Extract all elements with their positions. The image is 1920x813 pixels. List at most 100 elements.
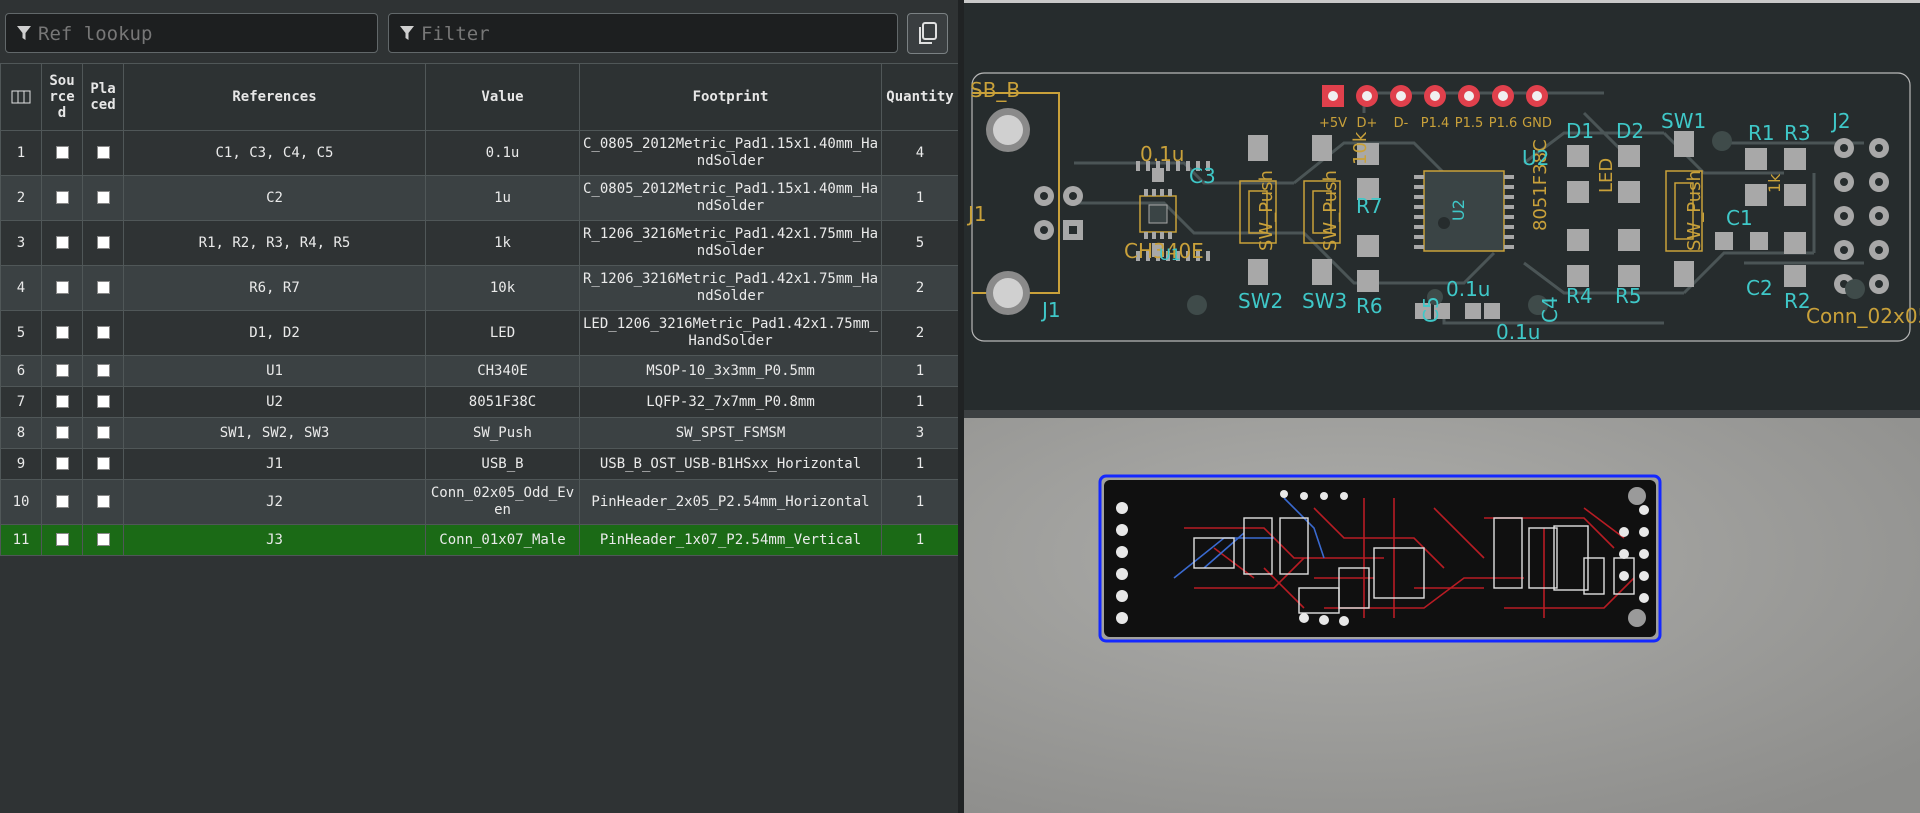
header-placed[interactable]: Pla ced bbox=[82, 63, 124, 131]
ref-lookup-input[interactable]: Ref lookup bbox=[5, 13, 378, 53]
row-index: 9 bbox=[0, 448, 42, 480]
ic-pin bbox=[1504, 205, 1514, 209]
silk-label: C5 bbox=[1419, 296, 1443, 323]
sourced-checkbox[interactable] bbox=[55, 364, 69, 377]
placed-checkbox[interactable] bbox=[96, 191, 110, 204]
placed-checkbox-cell bbox=[82, 175, 124, 221]
board-photo bbox=[964, 418, 1920, 813]
table-row[interactable]: 2 C2 1u C_0805_2012Metric_Pad1.15x1.40mm_Ha… bbox=[0, 175, 959, 221]
header-quantity[interactable]: Quantity bbox=[881, 63, 959, 131]
board-photo-view[interactable] bbox=[964, 418, 1920, 813]
header-references[interactable]: References bbox=[123, 63, 426, 131]
pcb-front-view[interactable]: +5V D+ D- P1.4 P1.5 P1.6 GND SB_B J1 0.1… bbox=[964, 0, 1920, 410]
footprint-cell: MSOP-10_3x3mm_P0.5mm bbox=[579, 355, 882, 387]
ic-pin bbox=[1504, 175, 1514, 179]
placed-checkbox[interactable] bbox=[96, 236, 110, 249]
sourced-checkbox[interactable] bbox=[55, 495, 69, 508]
sourced-checkbox-cell bbox=[41, 355, 83, 387]
placed-checkbox[interactable] bbox=[96, 364, 110, 377]
header-footprint[interactable]: Footprint bbox=[579, 63, 882, 131]
sourced-checkbox[interactable] bbox=[55, 326, 69, 339]
ic-pin bbox=[1504, 185, 1514, 189]
sourced-checkbox[interactable] bbox=[55, 533, 69, 546]
table-row[interactable]: 8 SW1, SW2, SW3 SW_Push SW_SPST_FSMSM 3 bbox=[0, 417, 959, 449]
quantity-cell: 1 bbox=[881, 524, 959, 556]
value-cell: 8051F38C bbox=[425, 386, 580, 418]
ic-pin bbox=[1414, 215, 1424, 219]
silk-label: LED bbox=[1596, 158, 1617, 193]
references-cell: U1 bbox=[123, 355, 426, 387]
ic-pin bbox=[1414, 195, 1424, 199]
footprint-cell: LED_1206_3216Metric_Pad1.42x1.75mm_HandS… bbox=[579, 310, 882, 356]
table-row[interactable]: 1 C1, C3, C4, C5 0.1u C_0805_2012Metric_Pad… bbox=[0, 130, 959, 176]
header-pin-hole bbox=[1875, 212, 1883, 220]
filter-icon bbox=[17, 26, 31, 40]
sourced-checkbox[interactable] bbox=[55, 236, 69, 249]
footprint-cell: C_0805_2012Metric_Pad1.15x1.40mm_HandSol… bbox=[579, 130, 882, 176]
silk-label: SW_Push bbox=[1320, 170, 1341, 251]
placed-checkbox[interactable] bbox=[96, 326, 110, 339]
copy-button[interactable] bbox=[907, 13, 948, 54]
header-pin-hole bbox=[1840, 212, 1848, 220]
silk-label: 0.1u bbox=[1496, 320, 1540, 344]
sourced-checkbox[interactable] bbox=[55, 281, 69, 294]
table-row[interactable]: 5 D1, D2 LED LED_1206_3216Metric_Pad1.42x1.… bbox=[0, 310, 959, 356]
silk-label: U2 bbox=[1449, 199, 1468, 221]
sourced-checkbox[interactable] bbox=[55, 457, 69, 470]
header-value[interactable]: Value bbox=[425, 63, 580, 131]
ic-pin bbox=[1504, 245, 1514, 249]
header-sourced[interactable]: Sou rce d bbox=[41, 63, 83, 131]
sourced-checkbox[interactable] bbox=[55, 395, 69, 408]
sourced-checkbox[interactable] bbox=[55, 191, 69, 204]
pcb-drawing: +5V D+ D- P1.4 P1.5 P1.6 GND SB_B J1 0.1… bbox=[966, 72, 1920, 344]
sourced-checkbox[interactable] bbox=[55, 146, 69, 159]
placed-checkbox[interactable] bbox=[96, 395, 110, 408]
pin-label: D+ bbox=[1357, 116, 1378, 131]
sourced-checkbox[interactable] bbox=[55, 426, 69, 439]
table-row[interactable]: 7 U2 8051F38C LQFP-32_7x7mm_P0.8mm 1 bbox=[0, 386, 959, 418]
placed-checkbox[interactable] bbox=[96, 281, 110, 294]
ref-lookup-placeholder: Ref lookup bbox=[38, 23, 153, 45]
footprint-cell: C_0805_2012Metric_Pad1.15x1.40mm_HandSol… bbox=[579, 175, 882, 221]
footprint-cell: LQFP-32_7x7mm_P0.8mm bbox=[579, 386, 882, 418]
silk-label: R7 bbox=[1356, 194, 1383, 218]
table-row[interactable]: 3 R1, R2, R3, R4, R5 1k R_1206_3216Metric_P… bbox=[0, 220, 959, 266]
placed-checkbox[interactable] bbox=[96, 146, 110, 159]
value-cell: Conn_02x05_Odd_Even bbox=[425, 479, 580, 525]
ic-pin bbox=[1414, 225, 1424, 229]
value-cell: 0.1u bbox=[425, 130, 580, 176]
bom-table: Sou rce d Pla ced References Value Footp… bbox=[0, 63, 959, 556]
table-row[interactable]: 11 J3 Conn_01x07_Male PinHeader_1x07_P2.54m… bbox=[0, 524, 959, 556]
row-index: 11 bbox=[0, 524, 42, 556]
references-cell: J1 bbox=[123, 448, 426, 480]
references-cell: R6, R7 bbox=[123, 265, 426, 311]
pin-label: P1.6 bbox=[1489, 116, 1518, 131]
placed-checkbox-cell bbox=[82, 524, 124, 556]
row-index: 4 bbox=[0, 265, 42, 311]
value-cell: CH340E bbox=[425, 355, 580, 387]
horizontal-splitter[interactable] bbox=[964, 410, 1920, 418]
placed-checkbox[interactable] bbox=[96, 533, 110, 546]
pin-label: +5V bbox=[1319, 116, 1347, 131]
bom-toolbar: Ref lookup Filter bbox=[0, 0, 958, 62]
header-pin-hole bbox=[1875, 280, 1883, 288]
placed-checkbox[interactable] bbox=[96, 495, 110, 508]
table-row[interactable]: 6 U1 CH340E MSOP-10_3x3mm_P0.5mm 1 bbox=[0, 355, 959, 387]
placed-checkbox[interactable] bbox=[96, 457, 110, 470]
ic-pin bbox=[1206, 251, 1210, 261]
footprint-cell: R_1206_3216Metric_Pad1.42x1.75mm_HandSol… bbox=[579, 220, 882, 266]
table-row[interactable]: 9 J1 USB_B USB_B_OST_USB-B1HSxx_Horizontal 1 bbox=[0, 448, 959, 480]
table-row[interactable]: 10 J2 Conn_02x05_Odd_Even PinHeader_2x05_P2… bbox=[0, 479, 959, 525]
value-cell: SW_Push bbox=[425, 417, 580, 449]
table-row[interactable]: 4 R6, R7 10k R_1206_3216Metric_Pad1.42x1.75… bbox=[0, 265, 959, 311]
placed-checkbox[interactable] bbox=[96, 426, 110, 439]
sourced-checkbox-cell bbox=[41, 265, 83, 311]
row-index: 1 bbox=[0, 130, 42, 176]
filter-input[interactable]: Filter bbox=[388, 13, 898, 53]
pin-label: GND bbox=[1522, 116, 1552, 131]
silk-label: 0.1u bbox=[1140, 142, 1184, 166]
column-toggle-header[interactable] bbox=[0, 63, 42, 131]
quantity-cell: 2 bbox=[881, 310, 959, 356]
ic-pin bbox=[1414, 235, 1424, 239]
silk-label: 1k bbox=[1765, 173, 1784, 193]
